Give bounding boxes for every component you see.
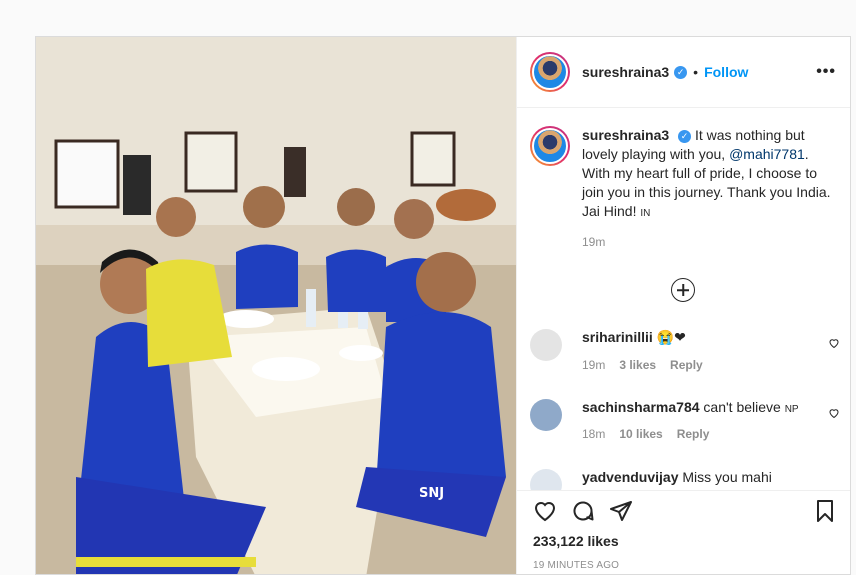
comment-username[interactable]: sachinsharma784 (582, 399, 700, 415)
like-comment-icon[interactable] (828, 337, 840, 349)
follow-button[interactable]: Follow (704, 64, 748, 80)
caption-avatar[interactable] (530, 126, 570, 166)
caption-verified-icon: ✓ (678, 129, 692, 143)
comment-username[interactable]: sriharinillii (582, 329, 653, 345)
comment-likes[interactable]: 3 likes (619, 358, 656, 372)
instagram-page: SNJ sureshraina3 ✓ • Follow ••• sureshra… (0, 0, 856, 575)
comment-body: sriharinillii 😭❤ 19m 3 likes Reply (582, 329, 717, 372)
comment-bubble-icon[interactable] (571, 499, 595, 523)
post-caption: sureshraina3 ✓ It was nothing but lovely… (517, 108, 850, 223)
team-dinner-photo: SNJ (36, 37, 516, 574)
commenter-avatar[interactable] (530, 329, 562, 361)
flag-nepal: NP (784, 404, 799, 415)
separator-dot: • (693, 64, 699, 80)
comment-username[interactable]: yadvenduvijay (582, 469, 679, 485)
comment-text: 😭❤ (656, 329, 686, 345)
post-sidebar: sureshraina3 ✓ • Follow ••• sureshraina3… (516, 37, 850, 574)
comment-item: sriharinillii 😭❤ 19m 3 likes Reply (530, 329, 840, 372)
caption-time: 19m (582, 235, 606, 249)
posted-time[interactable]: 19 MINUTES AGO (517, 560, 850, 571)
share-send-icon[interactable] (609, 499, 633, 523)
comment-text: Miss you mahi (682, 469, 772, 485)
reply-button[interactable]: Reply (677, 427, 710, 441)
like-comment-icon[interactable] (828, 407, 840, 419)
post-actions: 233,122 likes 19 MINUTES AGO (517, 490, 850, 574)
commenter-avatar[interactable] (530, 399, 562, 431)
jersey-text: SNJ (419, 486, 444, 501)
verified-icon: ✓ (674, 65, 688, 79)
caption-mention-link[interactable]: @mahi7781 (729, 146, 805, 162)
comment-item: sachinsharma784 can't believe NP 18m 10 l… (530, 399, 840, 441)
caption-username[interactable]: sureshraina3 (582, 127, 669, 143)
comment-time[interactable]: 19m (582, 358, 605, 372)
load-more-comments-icon[interactable] (671, 278, 695, 302)
comment-body: sachinsharma784 can't believe NP 18m 10 l… (582, 399, 799, 441)
more-options-icon[interactable]: ••• (816, 63, 836, 81)
comment-likes[interactable]: 10 likes (619, 427, 662, 441)
post-card: SNJ sureshraina3 ✓ • Follow ••• sureshra… (35, 36, 851, 575)
comment-text: can't believe (703, 399, 781, 415)
comment-time[interactable]: 18m (582, 427, 605, 441)
flag-india: IN (640, 208, 651, 219)
action-icons (517, 491, 850, 531)
save-bookmark-icon[interactable] (813, 499, 837, 523)
reply-button[interactable]: Reply (670, 358, 703, 372)
author-username[interactable]: sureshraina3 (582, 64, 669, 80)
caption-text: sureshraina3 ✓ It was nothing but lovely… (582, 126, 832, 223)
post-header: sureshraina3 ✓ • Follow ••• (517, 37, 850, 108)
like-heart-icon[interactable] (533, 499, 557, 523)
post-photo[interactable]: SNJ (36, 37, 516, 574)
author-avatar[interactable] (530, 52, 570, 92)
likes-count[interactable]: 233,122 likes (517, 533, 850, 549)
